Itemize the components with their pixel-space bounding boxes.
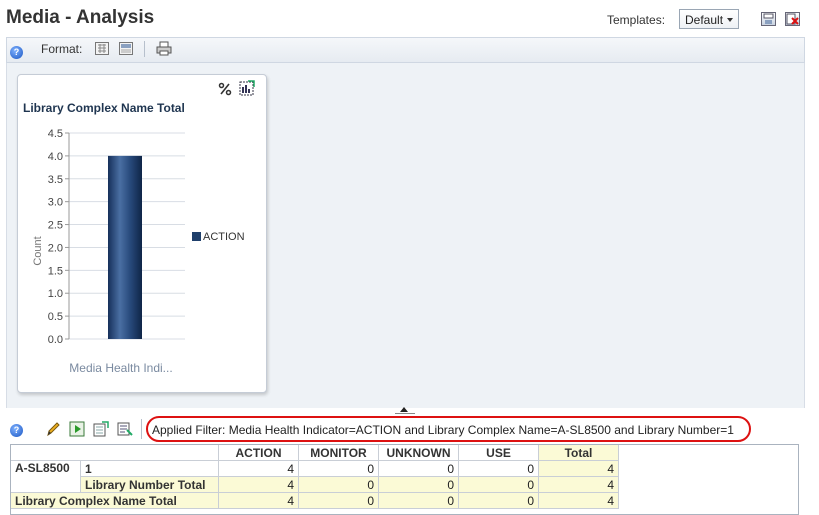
table-cell: 4 [218,460,299,477]
templates-selected-value: Default [685,13,724,27]
format-grid-icon[interactable] [95,42,109,55]
page-title: Media - Analysis [6,7,155,28]
table-cell: 0 [458,492,539,509]
templates-dropdown[interactable]: Default [679,9,739,29]
y-tick-label: 0.0 [48,334,63,346]
y-tick-label: 2.5 [48,220,63,232]
y-tick-label: 0.5 [48,311,63,323]
column-header: ACTION [218,444,299,461]
table-filler [619,477,800,493]
column-header-total: Total [538,444,619,461]
table-filler [619,461,800,477]
table-filler [619,445,800,461]
row-label-grand-total: Library Complex Name Total [10,492,219,509]
bar-action[interactable] [108,155,142,339]
export-icon[interactable] [93,421,109,437]
legend-label: ACTION [203,231,245,243]
table-cell: 0 [378,476,459,493]
table-cell: 0 [458,476,539,493]
y-tick-label: 1.0 [48,288,63,300]
table-cell: 0 [458,460,539,477]
help-icon[interactable]: ? [10,46,23,59]
y-tick-label: 2.0 [48,242,63,254]
table-row: Library Number Total 4 0 0 0 4 [11,476,800,493]
table-header-row: ACTION MONITOR UNKNOWN USE Total [10,444,800,461]
delete-icon[interactable] [785,12,800,26]
table-row: A-SL8500 1 4 0 0 0 4 [10,460,800,493]
table-cell: 4 [218,492,299,509]
pivot-table: ACTION MONITOR UNKNOWN USE Total A-SL850… [10,444,800,509]
templates-label: Templates: [607,13,666,27]
table-cell: 0 [298,492,379,509]
table-row: Library Complex Name Total 4 0 0 0 4 [10,492,800,509]
bar-chart: 4.5 4.0 3.5 3.0 2.5 2.0 1.5 1.0 0.5 0.0 Count Med… [32,128,245,375]
column-header: MONITOR [298,444,379,461]
table-cell: 0 [378,492,459,509]
column-header: USE [458,444,539,461]
format-layout-icon[interactable] [119,42,133,55]
table-cell-total: 4 [538,460,619,477]
collapse-up-icon[interactable] [400,407,408,412]
table-cell-total: 4 [538,492,619,509]
run-icon[interactable] [69,421,85,437]
table-filler [619,493,800,509]
table-cell: 0 [378,460,459,477]
table-corner [10,444,219,461]
chevron-down-icon [727,18,733,22]
toolbar-divider [141,419,142,439]
y-tick-label: 3.5 [48,174,63,186]
filter-highlight-oval [146,416,751,442]
y-tick-label: 1.5 [48,265,63,277]
y-tick-label: 4.5 [48,128,63,140]
y-tick-label: 4.0 [48,151,63,163]
print-icon[interactable] [156,41,172,56]
table-cell-total: 4 [538,476,619,493]
column-header: UNKNOWN [378,444,459,461]
row-label-library-complex: A-SL8500 [10,460,81,493]
x-axis-label: Media Health Indi... [69,361,172,375]
save-icon[interactable] [761,12,776,26]
row-label-library-number: 1 [80,460,219,477]
table-cell: 0 [298,460,379,477]
legend-swatch [192,232,201,241]
row-label-subtotal: Library Number Total [80,476,219,493]
table-cell: 0 [298,476,379,493]
toolbar-divider [144,41,145,57]
format-label: Format: [41,42,83,56]
y-axis-label: Count [32,236,44,265]
edit-pencil-icon[interactable] [45,421,61,437]
help-icon[interactable]: ? [10,424,23,437]
settings-list-icon[interactable] [117,421,133,437]
y-tick-label: 3.0 [48,197,63,209]
table-cell: 4 [218,476,299,493]
